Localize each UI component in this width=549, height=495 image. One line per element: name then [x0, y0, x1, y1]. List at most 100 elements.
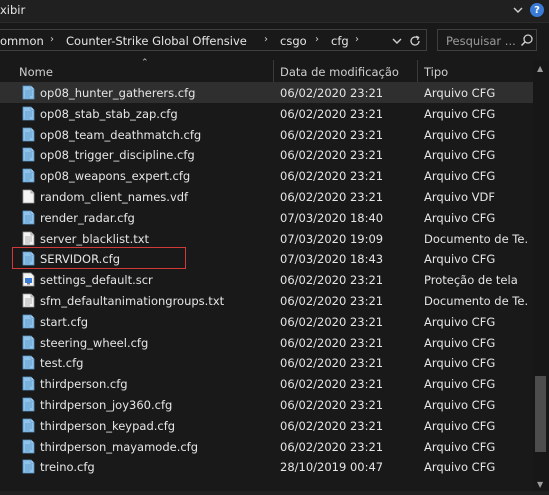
file-row[interactable]: op08_stab_stab_zap.cfg 06/02/2020 23:21 Ar…	[0, 103, 533, 124]
search-icon[interactable]	[520, 33, 534, 47]
file-type: Arquivo CFG	[424, 460, 496, 474]
breadcrumb-separator[interactable]: ›	[355, 34, 359, 45]
file-name: op08_hunter_gatherers.cfg	[40, 86, 196, 100]
help-icon[interactable]: ?	[530, 3, 544, 17]
file-name: steering_wheel.cfg	[40, 336, 149, 350]
breadcrumb-cfg[interactable]: cfg	[331, 34, 349, 48]
file-date: 06/02/2020 23:21	[280, 336, 384, 350]
file-type: Arquivo CFG	[424, 128, 496, 142]
file-date: 06/02/2020 23:21	[280, 398, 384, 412]
cfg-file-icon	[22, 168, 35, 183]
file-name: op08_weapons_expert.cfg	[40, 169, 191, 183]
file-date: 06/02/2020 23:21	[280, 128, 384, 142]
file-name: thirdperson_mayamode.cfg	[40, 440, 199, 454]
chevron-down-icon	[392, 38, 402, 44]
file-name: sfm_defaultanimationgroups.txt	[40, 294, 225, 308]
column-divider[interactable]	[417, 60, 418, 82]
column-header-date[interactable]: Data de modificação	[280, 65, 399, 79]
menu-view-label[interactable]: xibir	[0, 3, 25, 17]
breadcrumb-csgo[interactable]: csgo	[280, 34, 307, 48]
breadcrumb-counter-strike[interactable]: Counter-Strike Global Offensive	[66, 34, 247, 48]
breadcrumb-separator[interactable]: ›	[315, 34, 319, 45]
file-row[interactable]: sfm_defaultanimationgroups.txt 06/02/2020…	[0, 290, 533, 311]
breadcrumb-separator[interactable]: ›	[264, 34, 268, 45]
file-type: Documento de Te...	[424, 232, 529, 246]
refresh-button[interactable]	[407, 32, 423, 50]
file-row[interactable]: random_client_names.vdf 06/02/2020 23:21 A…	[0, 186, 533, 207]
file-row[interactable]: op08_team_deathmatch.cfg 06/02/2020 23:21…	[0, 124, 533, 145]
vertical-scrollbar[interactable]: ▲ ▼	[533, 60, 549, 491]
cfg-file-icon	[22, 459, 35, 474]
file-date: 06/02/2020 23:21	[280, 315, 384, 329]
file-row[interactable]: thirdperson_joy360.cfg 06/02/2020 23:21 Ar…	[0, 394, 533, 415]
screensaver-file-icon	[22, 272, 35, 287]
status-bar	[0, 491, 549, 495]
collapse-ribbon-button[interactable]	[510, 2, 526, 18]
column-header-row: ⌃ Nome Data de modificação Tipo	[0, 58, 533, 82]
scroll-up-icon[interactable]: ▲	[537, 64, 543, 73]
file-date: 06/02/2020 23:21	[280, 440, 384, 454]
file-type: Arquivo CFG	[424, 440, 496, 454]
ribbon-bar: xibir ?	[0, 0, 549, 23]
column-header-name[interactable]: Nome	[19, 65, 53, 79]
file-type: Proteção de tela	[424, 273, 518, 287]
file-row[interactable]: op08_hunter_gatherers.cfg 06/02/2020 23:2…	[0, 82, 533, 103]
breadcrumb-separator[interactable]: ›	[50, 34, 54, 45]
file-row[interactable]: settings_default.scr 06/02/2020 23:21 Prot…	[0, 269, 533, 290]
file-name: thirdperson_joy360.cfg	[40, 398, 173, 412]
file-row[interactable]: start.cfg 06/02/2020 23:21 Arquivo CFG	[0, 311, 533, 332]
file-type: Arquivo CFG	[424, 398, 496, 412]
file-name: start.cfg	[40, 315, 89, 329]
file-row[interactable]: server_blacklist.txt 07/03/2020 19:09 Docu…	[0, 228, 533, 249]
file-date: 07/03/2020 18:40	[280, 211, 384, 225]
file-date: 06/02/2020 23:21	[280, 86, 384, 100]
address-dropdown-button[interactable]	[389, 32, 405, 50]
file-row[interactable]: render_radar.cfg 07/03/2020 18:40 Arquivo …	[0, 207, 533, 228]
file-type: Arquivo CFG	[424, 148, 496, 162]
file-type: Arquivo CFG	[424, 419, 496, 433]
cfg-file-icon	[22, 147, 35, 162]
address-bar[interactable]: ommon › Counter-Strike Global Offensive …	[0, 29, 427, 51]
breadcrumb-common[interactable]: ommon	[0, 34, 44, 48]
search-box[interactable]	[437, 29, 537, 51]
file-row[interactable]: treino.cfg 28/10/2019 00:47 Arquivo CFG	[0, 456, 533, 477]
file-row[interactable]: op08_weapons_expert.cfg 06/02/2020 23:21 A…	[0, 165, 533, 186]
cfg-file-icon	[22, 355, 35, 370]
file-date: 06/02/2020 23:21	[280, 148, 384, 162]
column-divider[interactable]	[273, 60, 274, 82]
file-type: Arquivo CFG	[424, 377, 496, 391]
file-type: Documento de Te...	[424, 294, 529, 308]
file-date: 06/02/2020 23:21	[280, 356, 384, 370]
file-row[interactable]: steering_wheel.cfg 06/02/2020 23:21 Arquiv…	[0, 332, 533, 353]
column-header-type[interactable]: Tipo	[424, 65, 448, 79]
text-file-icon	[22, 231, 35, 246]
refresh-icon	[410, 35, 420, 46]
file-date: 07/03/2020 18:43	[280, 252, 384, 266]
cfg-file-icon	[22, 314, 35, 329]
file-name: test.cfg	[40, 356, 84, 370]
file-row[interactable]: test.cfg 06/02/2020 23:21 Arquivo CFG	[0, 352, 533, 373]
file-row[interactable]: op08_trigger_discipline.cfg 06/02/2020 23…	[0, 144, 533, 165]
file-name: server_blacklist.txt	[40, 232, 150, 246]
file-type: Arquivo CFG	[424, 356, 496, 370]
file-list: op08_hunter_gatherers.cfg 06/02/2020 23:2…	[0, 82, 533, 491]
scrollbar-thumb[interactable]	[535, 376, 546, 452]
file-date: 06/02/2020 23:21	[280, 273, 384, 287]
cfg-file-icon	[22, 439, 35, 454]
file-type: Arquivo VDF	[424, 190, 496, 204]
cfg-file-icon	[22, 85, 35, 100]
search-input[interactable]	[444, 32, 520, 50]
address-row: ommon › Counter-Strike Global Offensive …	[0, 27, 549, 55]
file-row[interactable]: SERVIDOR.cfg 07/03/2020 18:43 Arquivo CFG	[0, 248, 533, 269]
file-date: 06/02/2020 23:21	[280, 169, 384, 183]
file-row[interactable]: thirdperson_keypad.cfg 06/02/2020 23:21 Ar…	[0, 415, 533, 436]
file-date: 07/03/2020 19:09	[280, 232, 384, 246]
file-name: random_client_names.vdf	[40, 190, 189, 204]
file-row[interactable]: thirdperson_mayamode.cfg 06/02/2020 23:21…	[0, 436, 533, 457]
file-row[interactable]: thirdperson.cfg 06/02/2020 23:21 Arquivo C…	[0, 373, 533, 394]
file-type: Arquivo CFG	[424, 252, 496, 266]
file-name: op08_stab_stab_zap.cfg	[40, 107, 178, 121]
file-name: treino.cfg	[40, 460, 95, 474]
scroll-down-icon[interactable]: ▼	[537, 480, 543, 489]
cfg-file-icon	[22, 376, 35, 391]
